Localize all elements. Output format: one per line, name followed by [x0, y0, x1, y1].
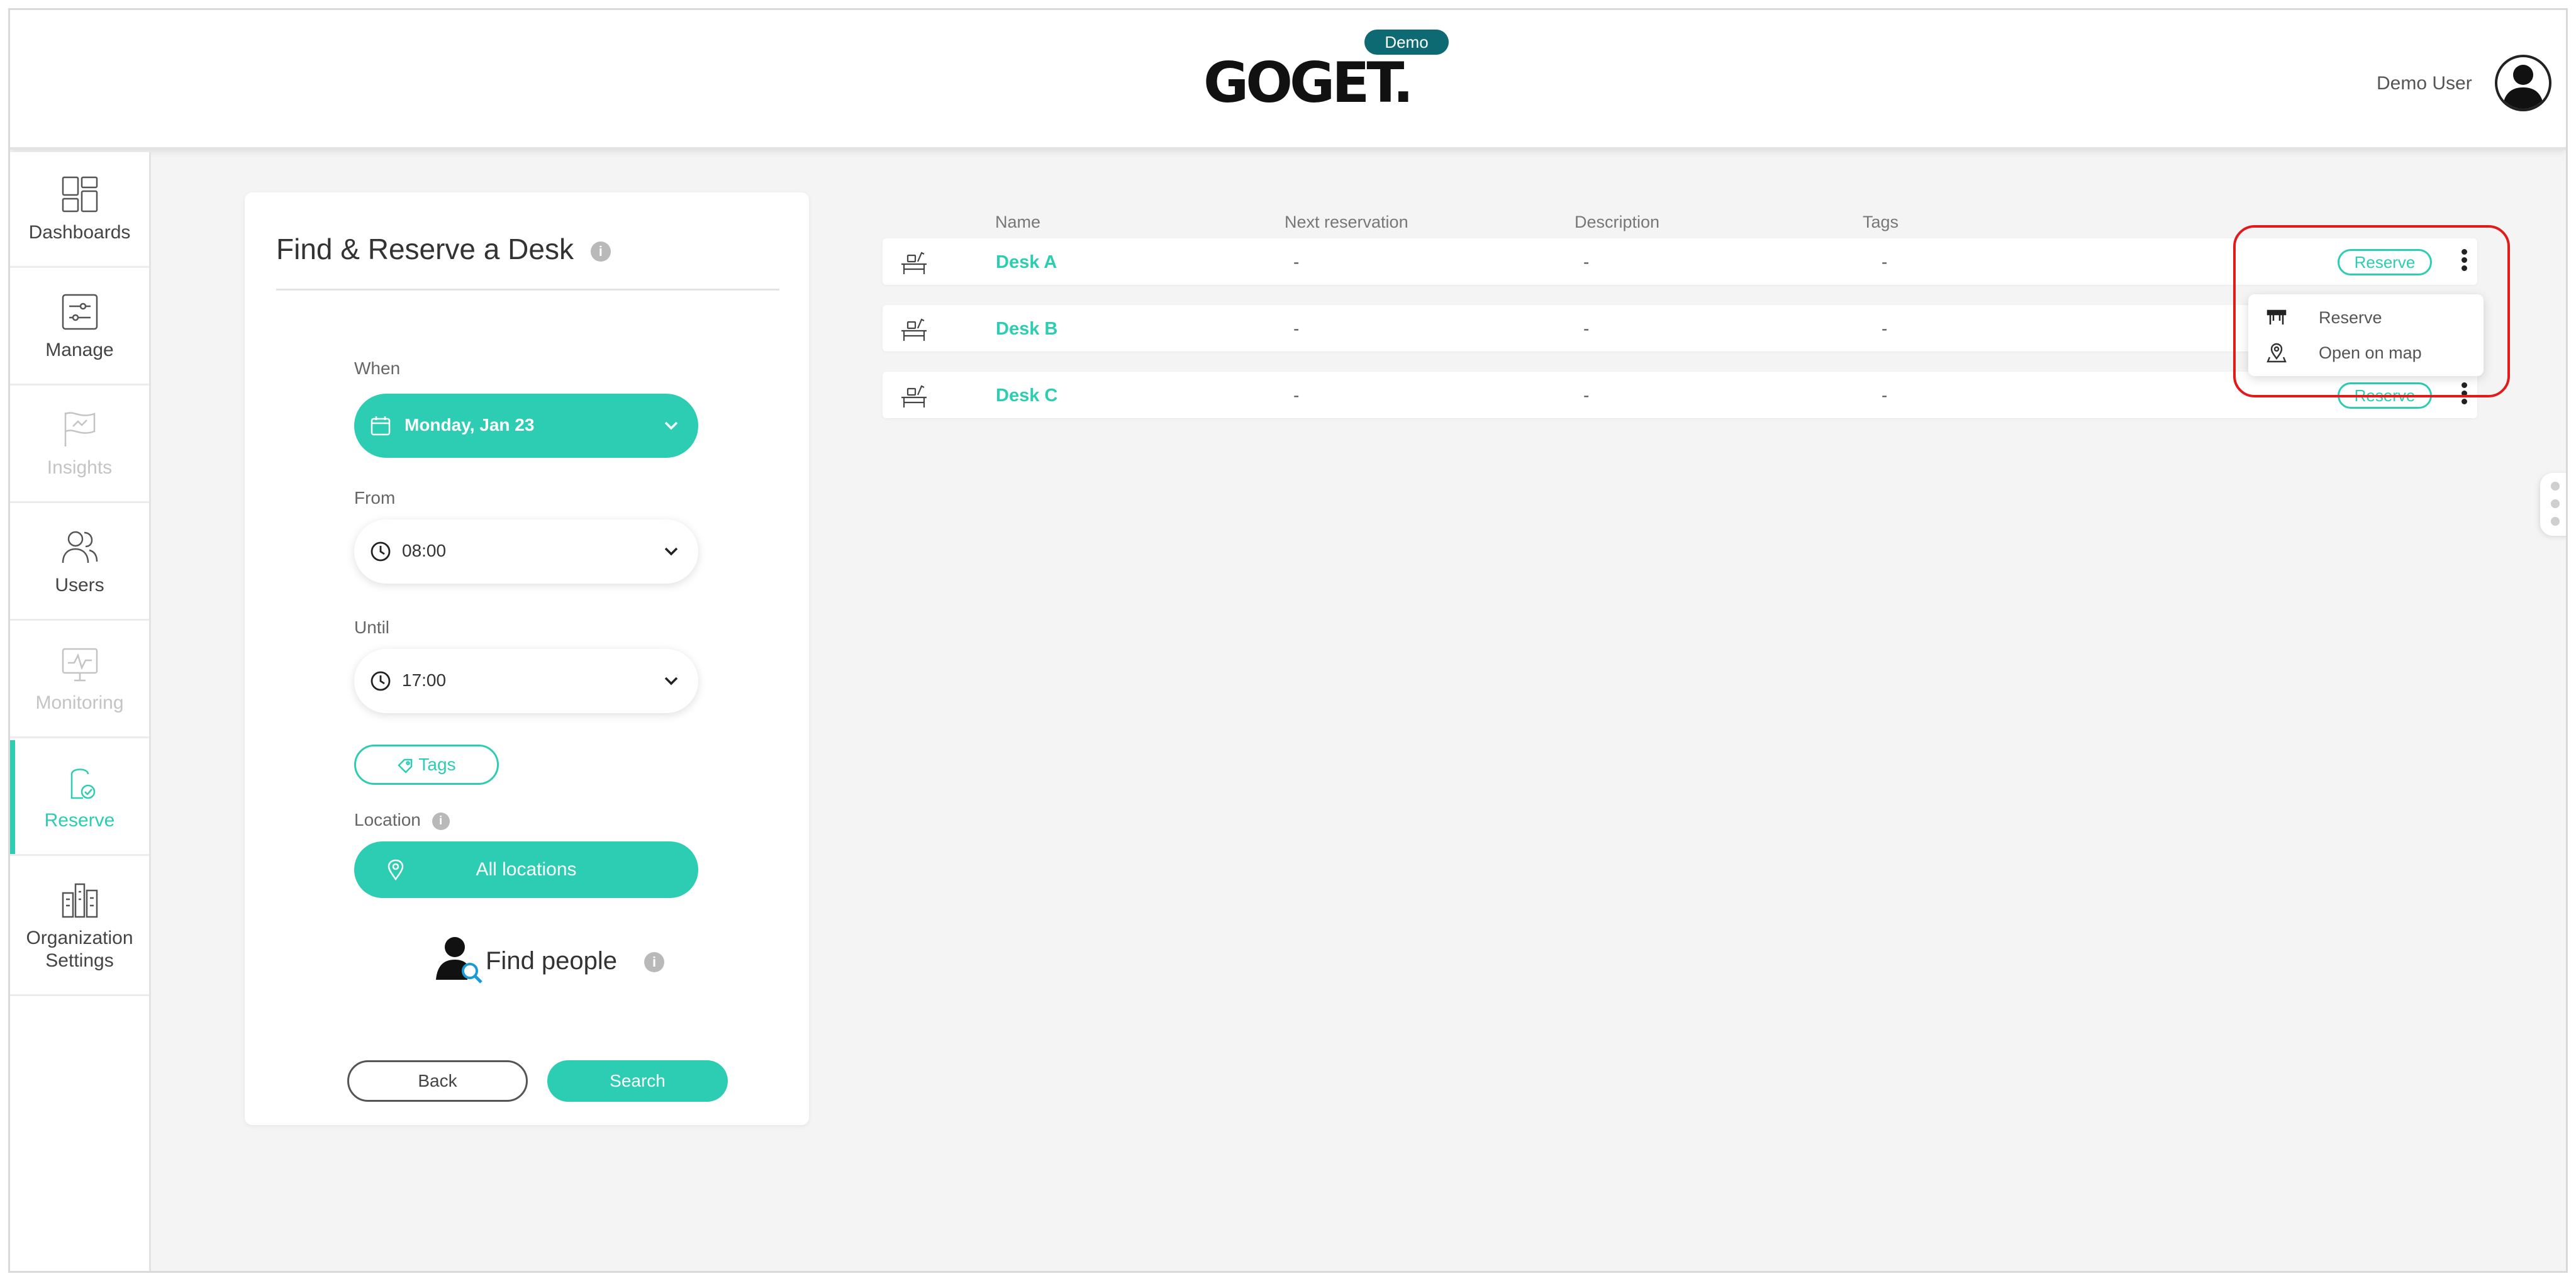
find-reserve-panel: Find & Reserve a Desk i When Monday, Jan…: [245, 192, 809, 1125]
info-icon[interactable]: i: [590, 241, 611, 262]
until-value: 17:00: [402, 670, 447, 690]
sidebar-item-users[interactable]: Users: [10, 505, 149, 621]
back-button[interactable]: Back: [347, 1060, 528, 1102]
chevron-down-icon: [664, 547, 678, 556]
desk-icon: [901, 385, 927, 408]
tags-cell: -: [1882, 319, 1888, 338]
location-value: All locations: [476, 859, 577, 880]
search-button[interactable]: Search: [547, 1060, 728, 1102]
tags-cell: -: [1882, 252, 1888, 272]
date-value: Monday, Jan 23: [404, 415, 535, 435]
column-header-tags: Tags: [1863, 213, 1899, 231]
panel-title-text: Find & Reserve a Desk: [276, 233, 574, 265]
sidebar-item-label: Organization Settings: [26, 928, 133, 971]
sidebar-item-dashboards[interactable]: Dashboards: [10, 152, 149, 268]
until-label: Until: [354, 618, 390, 637]
chevron-down-icon: [664, 677, 678, 685]
sidebar-item-label: Dashboards: [28, 222, 131, 243]
avatar[interactable]: [2495, 55, 2551, 111]
sidebar-item-manage[interactable]: Manage: [10, 270, 149, 385]
clock-icon: [371, 541, 391, 562]
desk-icon: [901, 252, 927, 274]
sidebar-item-label: Reserve: [44, 810, 115, 831]
find-people-label: Find people: [486, 947, 618, 975]
demo-badge: Demo: [1364, 30, 1449, 55]
tags-button[interactable]: Tags: [354, 745, 499, 785]
until-time-select[interactable]: 17:00: [354, 649, 698, 713]
sidebar: Dashboards Manage Insights Users Monitor…: [10, 152, 151, 1271]
when-label: When: [354, 358, 401, 378]
description-cell: -: [1583, 385, 1590, 405]
description-cell: -: [1583, 252, 1590, 272]
user-name[interactable]: Demo User: [2377, 73, 2472, 94]
next-reservation-cell: -: [1293, 319, 1300, 338]
desk-name-link[interactable]: Desk A: [996, 252, 1057, 273]
divider: [276, 289, 779, 291]
from-value: 08:00: [402, 541, 447, 560]
lock-check-icon: [70, 768, 96, 799]
app-logo[interactable]: GOGET.: [1203, 50, 1413, 115]
desk-name-link[interactable]: Desk C: [996, 385, 1057, 406]
flag-icon: [64, 412, 96, 446]
column-header-description: Description: [1575, 213, 1660, 231]
app-frame: GOGET. Demo Demo User Dashboards Manage: [8, 8, 2568, 1273]
buildings-icon: [62, 883, 98, 918]
clock-icon: [371, 671, 391, 691]
sidebar-item-label: Insights: [47, 457, 113, 478]
column-header-name: Name: [995, 213, 1041, 231]
desk-icon: [901, 318, 927, 341]
sidebar-item-label: Users: [55, 575, 104, 596]
location-label-text: Location: [354, 810, 421, 829]
dashboard-icon: [62, 176, 98, 213]
sliders-icon: [62, 294, 98, 330]
side-panel-handle[interactable]: [2540, 473, 2566, 536]
panel-title: Find & Reserve a Desk i: [276, 232, 611, 266]
user-avatar-icon: [2502, 65, 2544, 109]
tag-icon: [398, 758, 413, 774]
location-label: Location i: [354, 810, 450, 830]
desk-name-link[interactable]: Desk B: [996, 319, 1057, 340]
person-search-icon: [436, 937, 482, 984]
location-select[interactable]: All locations: [354, 841, 698, 898]
sidebar-item-label: Manage: [45, 340, 114, 360]
monitor-icon: [62, 648, 98, 682]
highlight-annotation: [2233, 225, 2510, 397]
sidebar-item-monitoring[interactable]: Monitoring: [10, 623, 149, 738]
sidebar-item-insights[interactable]: Insights: [10, 387, 149, 503]
users-icon: [62, 531, 98, 563]
tags-label: Tags: [418, 755, 456, 774]
date-picker[interactable]: Monday, Jan 23: [354, 394, 698, 458]
column-header-next-reservation: Next reservation: [1285, 213, 1408, 231]
info-icon[interactable]: i: [432, 812, 450, 830]
calendar-icon: [371, 416, 391, 436]
chevron-down-icon: [664, 421, 678, 430]
description-cell: -: [1583, 319, 1590, 338]
next-reservation-cell: -: [1293, 252, 1300, 272]
top-header: GOGET. Demo Demo User: [10, 10, 2566, 150]
from-time-select[interactable]: 08:00: [354, 519, 698, 584]
tags-cell: -: [1882, 385, 1888, 405]
sidebar-item-label: Monitoring: [35, 692, 124, 713]
next-reservation-cell: -: [1293, 385, 1300, 405]
sidebar-item-organization-settings[interactable]: Organization Settings: [10, 858, 149, 996]
info-icon[interactable]: i: [644, 952, 664, 972]
sidebar-item-reserve[interactable]: Reserve: [10, 740, 149, 856]
from-label: From: [354, 488, 396, 507]
